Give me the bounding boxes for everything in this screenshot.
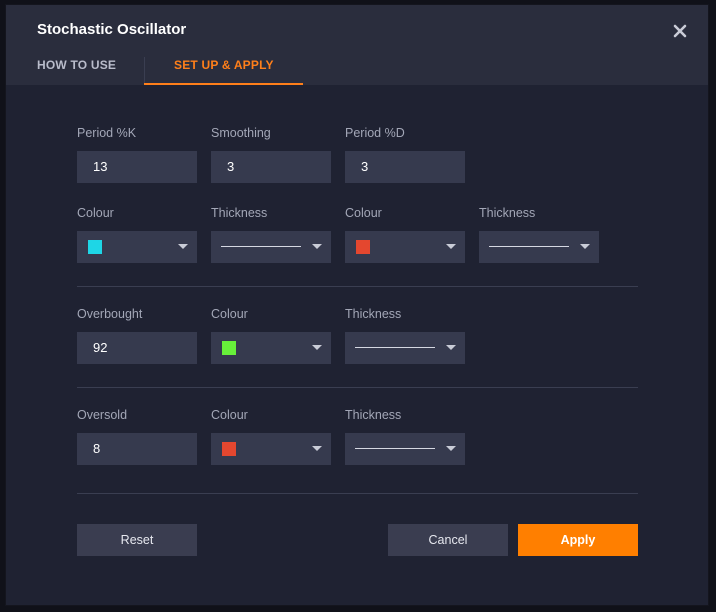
oversold-colour-swatch [222, 442, 236, 456]
cancel-button[interactable]: Cancel [388, 524, 508, 556]
d-colour-select[interactable] [345, 231, 465, 263]
overbought-input[interactable]: 92 [77, 332, 197, 364]
overbought-label: Overbought [77, 307, 143, 321]
period-k-label: Period %K [77, 126, 137, 140]
overbought-thickness-label: Thickness [345, 307, 402, 321]
d-colour-label: Colour [345, 206, 382, 220]
oversold-input[interactable]: 8 [77, 433, 197, 465]
tab-divider [144, 57, 145, 83]
overbought-colour-label: Colour [211, 307, 248, 321]
overbought-colour-select[interactable] [211, 332, 331, 364]
close-icon[interactable] [668, 19, 692, 43]
period-d-label: Period %D [345, 126, 405, 140]
chevron-down-icon [446, 446, 456, 451]
overbought-colour-swatch [222, 341, 236, 355]
dialog-title: Stochastic Oscillator [37, 21, 187, 38]
k-colour-swatch [88, 240, 102, 254]
oversold-colour-select[interactable] [211, 433, 331, 465]
chevron-down-icon [446, 244, 456, 249]
tab-set-up-apply[interactable]: SET UP & APPLY [174, 58, 274, 72]
active-tab-indicator [144, 83, 303, 85]
chevron-down-icon [178, 244, 188, 249]
smoothing-input[interactable]: 3 [211, 151, 331, 183]
stochastic-dialog: Stochastic Oscillator HOW TO USE SET UP … [6, 5, 708, 605]
d-thickness-select[interactable] [479, 231, 599, 263]
oversold-colour-label: Colour [211, 408, 248, 422]
dialog-header: Stochastic Oscillator HOW TO USE SET UP … [6, 5, 708, 85]
overbought-thickness-select[interactable] [345, 332, 465, 364]
period-d-input[interactable]: 3 [345, 151, 465, 183]
tab-how-to-use[interactable]: HOW TO USE [37, 58, 116, 72]
d-colour-swatch [356, 240, 370, 254]
period-k-input[interactable]: 13 [77, 151, 197, 183]
apply-button[interactable]: Apply [518, 524, 638, 556]
oversold-thickness-label: Thickness [345, 408, 402, 422]
thickness-line-sample [355, 347, 435, 348]
thickness-line-sample [355, 448, 435, 449]
k-colour-select[interactable] [77, 231, 197, 263]
section-divider [77, 387, 638, 388]
oversold-label: Oversold [77, 408, 128, 422]
d-thickness-label: Thickness [479, 206, 536, 220]
chevron-down-icon [312, 345, 322, 350]
k-thickness-label: Thickness [211, 206, 268, 220]
oversold-thickness-select[interactable] [345, 433, 465, 465]
smoothing-label: Smoothing [211, 126, 271, 140]
section-divider [77, 493, 638, 494]
k-thickness-select[interactable] [211, 231, 331, 263]
thickness-line-sample [489, 246, 569, 247]
section-divider [77, 286, 638, 287]
chevron-down-icon [312, 244, 322, 249]
chevron-down-icon [580, 244, 590, 249]
reset-button[interactable]: Reset [77, 524, 197, 556]
chevron-down-icon [312, 446, 322, 451]
k-colour-label: Colour [77, 206, 114, 220]
chevron-down-icon [446, 345, 456, 350]
thickness-line-sample [221, 246, 301, 247]
